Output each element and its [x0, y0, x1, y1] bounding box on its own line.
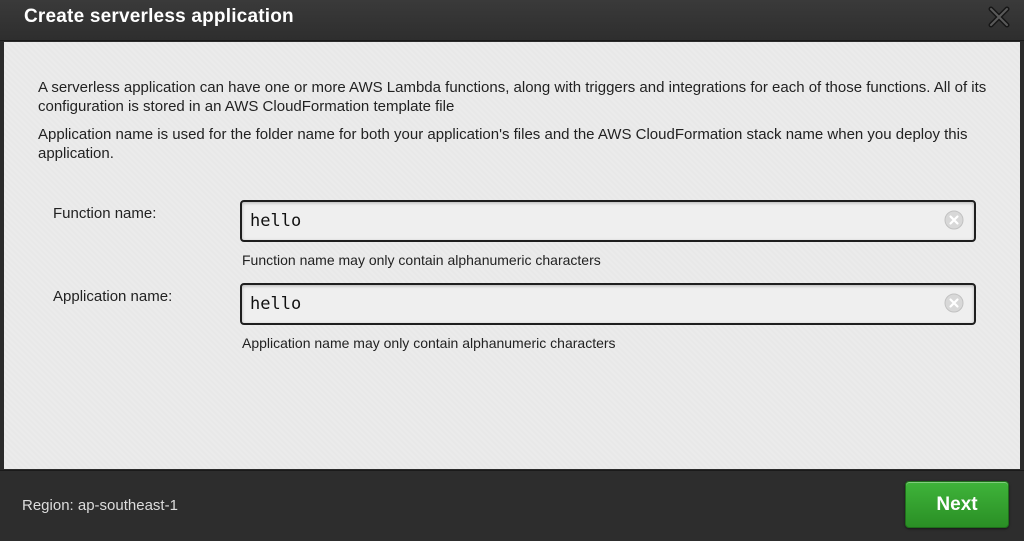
close-icon[interactable]: [986, 4, 1012, 30]
dialog-footer: Region: ap-southeast-1 Next: [0, 470, 1024, 541]
description-paragraph-1: A serverless application can have one or…: [38, 79, 987, 115]
function-name-label: Function name:: [53, 205, 157, 222]
application-name-label: Application name:: [53, 288, 173, 305]
clear-icon[interactable]: [944, 293, 964, 313]
dialog-titlebar: Create serverless application: [0, 0, 1024, 41]
function-name-hint: Function name may only contain alphanume…: [242, 252, 601, 268]
dialog-body: A serverless application can have one or…: [4, 42, 1020, 469]
description-paragraph-2: Application name is used for the folder …: [38, 126, 968, 162]
clear-icon[interactable]: [944, 210, 964, 230]
function-name-field[interactable]: [240, 200, 976, 242]
region-text: Region: ap-southeast-1: [22, 497, 178, 514]
dialog-title: Create serverless application: [24, 6, 294, 27]
application-name-field[interactable]: [240, 283, 976, 325]
application-name-hint: Application name may only contain alphan…: [242, 335, 616, 351]
function-name-input[interactable]: [250, 204, 930, 238]
next-button[interactable]: Next: [905, 481, 1009, 528]
application-name-input[interactable]: [250, 287, 930, 321]
